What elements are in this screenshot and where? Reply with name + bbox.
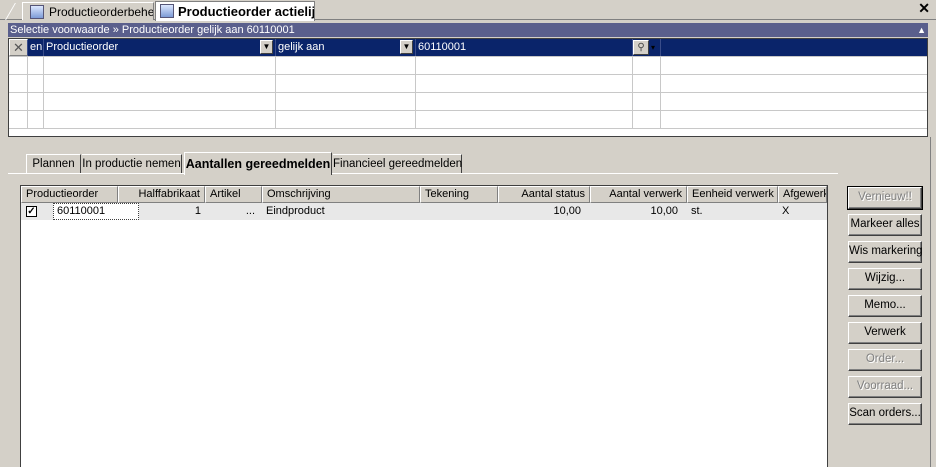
criteria-row-empty[interactable]	[9, 111, 927, 129]
cell-tekening	[420, 203, 498, 220]
column-header-productieorder[interactable]: Productieorder	[21, 186, 118, 203]
tab-label: In productie nemen	[82, 158, 181, 170]
criteria-grid: ✕ en Productieorder ▼ gelijk aan ▼ 60110…	[8, 38, 928, 137]
criteria-operator[interactable]: gelijk aan ▼	[276, 39, 416, 56]
wijzig-button[interactable]: Wijzig...	[848, 268, 922, 290]
tab-panel-border	[8, 173, 838, 174]
tab-label: Aantallen gereedmelden	[185, 157, 331, 171]
document-icon	[30, 5, 44, 19]
column-header-aantal-verwerk[interactable]: Aantal verwerk	[590, 186, 687, 203]
result-grid: Productieorder Halffabrikaat Artikel Oms…	[20, 185, 828, 467]
tab-plannen[interactable]: Plannen	[26, 154, 81, 174]
criteria-row-empty[interactable]	[9, 75, 927, 93]
table-row[interactable]: ✓ 60110001 1 ... Eindproduct 10,00 10,00…	[21, 203, 827, 220]
column-header-artikel[interactable]: Artikel	[205, 186, 262, 203]
cell-aantal-verwerk: 10,00	[650, 205, 678, 217]
document-tab-strip: Productieorderbeheer Productieorder acti…	[0, 0, 936, 21]
criteria-field[interactable]: Productieorder ▼	[44, 39, 276, 56]
memo-button[interactable]: Memo...	[848, 295, 922, 317]
column-header-eenheid-verwerk[interactable]: Eenheid verwerk	[687, 186, 778, 203]
criteria-row-empty[interactable]	[9, 57, 927, 75]
selection-condition-text: Selectie voorwaarde » Productieorder gel…	[10, 24, 295, 36]
column-header-afgewerkt[interactable]: Afgewerk	[778, 186, 827, 203]
criteria-logic[interactable]: en	[28, 39, 44, 56]
collapse-icon[interactable]: ▲	[917, 23, 926, 37]
doc-tab-label: Productieorder actielijst	[178, 4, 315, 19]
cell-halffabrikaat: 1	[194, 205, 201, 217]
markeer-alles-button[interactable]: Markeer alles	[848, 214, 922, 236]
verwerk-button[interactable]: Verwerk	[848, 322, 922, 344]
document-icon	[160, 4, 174, 18]
selection-condition-bar[interactable]: Selectie voorwaarde » Productieorder gel…	[8, 23, 928, 37]
delete-row-icon[interactable]: ✕	[9, 39, 28, 56]
voorraad-button[interactable]: Voorraad...	[848, 376, 922, 398]
tab-label: Plannen	[32, 158, 75, 170]
cell-omschrijving: Eindproduct	[266, 205, 325, 217]
criteria-field-value: Productieorder	[46, 41, 119, 53]
column-header-omschrijving[interactable]: Omschrijving	[262, 186, 420, 203]
action-tabs: Plannen In productie nemen Aantallen ger…	[8, 152, 838, 175]
cell-aantal-status: 10,00	[553, 205, 581, 217]
criteria-operator-value: gelijk aan	[278, 41, 325, 53]
row-checkbox[interactable]: ✓	[26, 206, 37, 217]
vernieuw-button[interactable]: Vernieuw!!	[847, 186, 923, 210]
chevron-down-icon[interactable]: ▼	[400, 40, 413, 54]
cell-artikel: ...	[245, 205, 255, 217]
tab-in-productie-nemen[interactable]: In productie nemen	[82, 154, 182, 174]
column-header-tekening[interactable]: Tekening	[420, 186, 498, 203]
cell-eenheid-verwerk: st.	[691, 205, 703, 217]
order-button[interactable]: Order...	[848, 349, 922, 371]
criteria-row-empty[interactable]	[9, 93, 927, 111]
criteria-lookup[interactable]: ⚲ ▾	[633, 39, 661, 56]
tab-financieel-gereedmelden[interactable]: Financieel gereedmelden	[333, 154, 462, 174]
tab-label: Financieel gereedmelden	[333, 158, 463, 170]
doc-tab-productieorder-actielijst[interactable]: Productieorder actielijst	[155, 1, 315, 21]
tab-aantallen-gereedmelden[interactable]: Aantallen gereedmelden	[184, 152, 332, 175]
doc-tab-productieorderbeheer[interactable]: Productieorderbeheer	[22, 2, 154, 20]
search-icon[interactable]: ⚲	[633, 40, 649, 55]
criteria-row[interactable]: ✕ en Productieorder ▼ gelijk aan ▼ 60110…	[9, 39, 927, 57]
close-icon[interactable]: ✕	[918, 0, 930, 17]
chevron-down-icon[interactable]: ▼	[260, 40, 273, 54]
wis-markering-button[interactable]: Wis markering	[848, 241, 922, 263]
doc-tab-label: Productieorderbeheer	[49, 5, 154, 19]
cell-afgewerkt: X	[782, 205, 790, 217]
column-header-aantal-status[interactable]: Aantal status	[498, 186, 590, 203]
chevron-down-icon[interactable]: ▾	[651, 39, 655, 56]
scan-orders-button[interactable]: Scan orders...	[848, 403, 922, 425]
column-header-halffabrikaat[interactable]: Halffabrikaat	[118, 186, 205, 203]
window-edge	[930, 137, 936, 467]
criteria-value[interactable]: 60110001	[416, 39, 633, 56]
